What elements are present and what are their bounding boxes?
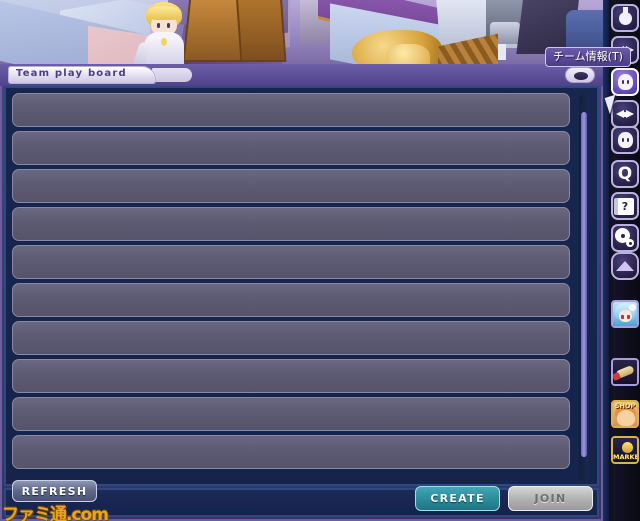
- character-eye: [157, 23, 160, 28]
- avatar-portrait[interactable]: [611, 300, 639, 328]
- shop-button[interactable]: SHOP: [611, 400, 639, 428]
- character-pendant: [161, 38, 167, 46]
- table-row[interactable]: [12, 397, 570, 431]
- avatar-image: [613, 302, 637, 326]
- table-row[interactable]: [12, 435, 570, 469]
- table-row[interactable]: [12, 169, 570, 203]
- shop-image: SHOP: [613, 402, 637, 426]
- table-row[interactable]: [12, 359, 570, 393]
- table-row[interactable]: [12, 283, 570, 317]
- wooden-crate: [235, 0, 287, 62]
- team-play-board-panel: Team play board: [0, 64, 603, 521]
- team-info-icon[interactable]: [611, 68, 639, 96]
- scroll-image: [613, 360, 637, 384]
- tooltip: チーム情報(T): [545, 47, 631, 67]
- help-book-icon[interactable]: ?: [611, 192, 639, 220]
- right-sidebar: Q ? SHOP MARKE: [603, 0, 640, 521]
- team-glyph: [617, 74, 633, 90]
- watermark: ファミ通.com: [2, 505, 109, 521]
- minimize-icon: [574, 72, 588, 80]
- up-triangle-glyph: [616, 261, 634, 271]
- join-button[interactable]: JOIN: [508, 486, 593, 511]
- table-row[interactable]: [12, 131, 570, 165]
- table-row[interactable]: [12, 207, 570, 241]
- team-list-area: [4, 86, 599, 486]
- character-eye: [167, 23, 170, 28]
- titlebar-ornament: [152, 68, 192, 82]
- panel-titlebar: Team play board: [0, 64, 603, 86]
- game-screen: Team play board REFRESH CREATE JOIN ファミ通…: [0, 0, 640, 521]
- market-image: MARKET: [613, 438, 637, 462]
- inventory-scroll-icon[interactable]: [611, 358, 639, 386]
- shop-label: SHOP: [614, 402, 636, 410]
- potion-glyph: [618, 6, 632, 25]
- settings-gear-icon[interactable]: [611, 224, 639, 252]
- quest-q-icon[interactable]: Q: [611, 160, 639, 188]
- team-list: [12, 93, 572, 483]
- quest-q-label: Q: [617, 164, 633, 184]
- panel-title: Team play board: [16, 68, 127, 79]
- character-hair: [147, 6, 181, 20]
- collapse-up-icon[interactable]: [611, 252, 639, 280]
- market-button[interactable]: MARKET: [611, 436, 639, 464]
- sidebar-strip: [603, 0, 609, 521]
- potion-neck: [622, 6, 628, 13]
- table-row[interactable]: [12, 321, 570, 355]
- market-label: MARKET: [613, 453, 639, 461]
- minimize-button[interactable]: [565, 67, 595, 83]
- help-glyph: ?: [613, 197, 634, 215]
- refresh-button[interactable]: REFRESH: [12, 480, 97, 502]
- table-row[interactable]: [12, 93, 570, 127]
- gear-glyph: [616, 229, 634, 247]
- potion-icon[interactable]: [611, 4, 639, 32]
- scrollbar-thumb[interactable]: [581, 112, 587, 457]
- scrollbar-track[interactable]: [579, 94, 589, 482]
- create-button[interactable]: CREATE: [415, 486, 500, 511]
- table-row[interactable]: [12, 245, 570, 279]
- face-glyph: [617, 132, 633, 148]
- character-face-icon[interactable]: [611, 126, 639, 154]
